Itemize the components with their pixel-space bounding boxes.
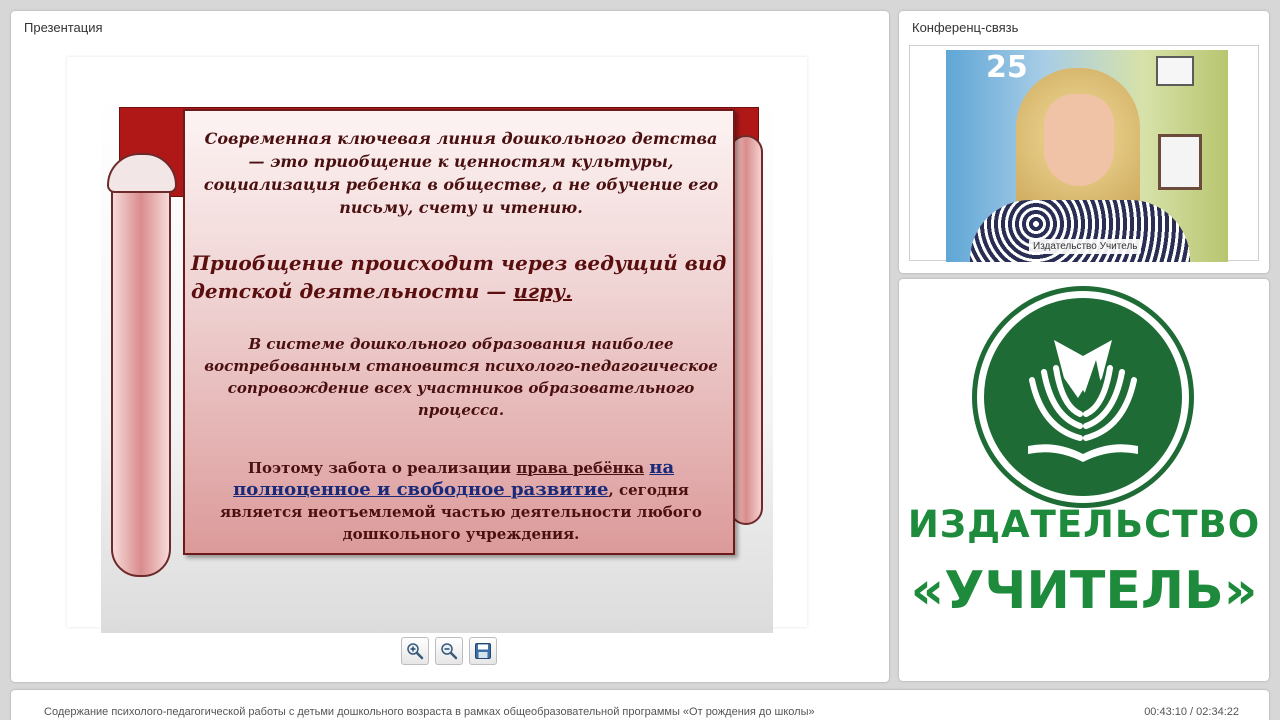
slide-paragraph-2-text: Приобщение происходит через ведущий вид … xyxy=(191,251,727,303)
slide-toolbar xyxy=(401,637,497,667)
slide-paragraph-2: Приобщение происходит через ведущий вид … xyxy=(191,249,731,305)
slide-paragraph-2-underlined: игру. xyxy=(513,279,573,303)
slide-paragraph-1: Современная ключевая линия дошкольного д… xyxy=(203,129,719,217)
conference-panel-title: Конференц-связь xyxy=(912,20,1019,35)
logo-text-name: «УЧИТЕЛЬ» xyxy=(910,561,1258,621)
wall-certificate xyxy=(1158,134,1202,190)
playback-time: 00:43:10 / 02:34:22 xyxy=(1144,706,1239,718)
zoom-in-icon xyxy=(407,643,424,660)
logo-inner-circle xyxy=(984,298,1182,496)
speaker-name-label: Издательство Учитель xyxy=(1029,239,1142,254)
slide-paragraph-4: Поэтому забота о реализации права ребёнк… xyxy=(195,457,727,545)
slide-paragraph-3: В системе дошкольного образования наибол… xyxy=(204,335,718,419)
save-button[interactable] xyxy=(469,637,497,665)
background-sign: 25 xyxy=(986,50,1028,85)
presentation-panel: Презентация Современная ключевая линия д… xyxy=(11,11,889,682)
scroll-left-roll xyxy=(111,157,171,577)
slide-paragraph-4-text: Поэтому забота о реализации xyxy=(247,459,517,477)
logo-text-publisher: ИЗДАТЕЛЬСТВО xyxy=(907,503,1261,546)
save-icon xyxy=(475,643,491,659)
zoom-out-button[interactable] xyxy=(435,637,463,665)
slide-viewport: Современная ключевая линия дошкольного д… xyxy=(67,57,807,633)
conference-panel: Конференц-связь 25 Издательство Учитель xyxy=(899,11,1269,273)
footer-bar: Содержание психолого-педагогической рабо… xyxy=(11,690,1269,720)
webinar-title: Содержание психолого-педагогической рабо… xyxy=(44,706,815,718)
publisher-logo-emblem xyxy=(972,286,1194,508)
presentation-panel-title: Презентация xyxy=(24,20,103,35)
speaker-face xyxy=(1044,94,1114,186)
logo-panel: ИЗДАТЕЛЬСТВО «УЧИТЕЛЬ» xyxy=(899,279,1269,681)
slide-link-child-rights[interactable]: права ребёнка xyxy=(516,459,644,477)
wall-frame xyxy=(1156,56,1194,86)
video-feed: 25 xyxy=(946,50,1228,262)
zoom-in-button[interactable] xyxy=(401,637,429,665)
zoom-out-icon xyxy=(441,643,458,660)
slide-card: Современная ключевая линия дошкольного д… xyxy=(183,109,735,555)
open-book-icon xyxy=(1028,340,1138,462)
video-frame: 25 Издательство Учитель xyxy=(909,45,1259,262)
